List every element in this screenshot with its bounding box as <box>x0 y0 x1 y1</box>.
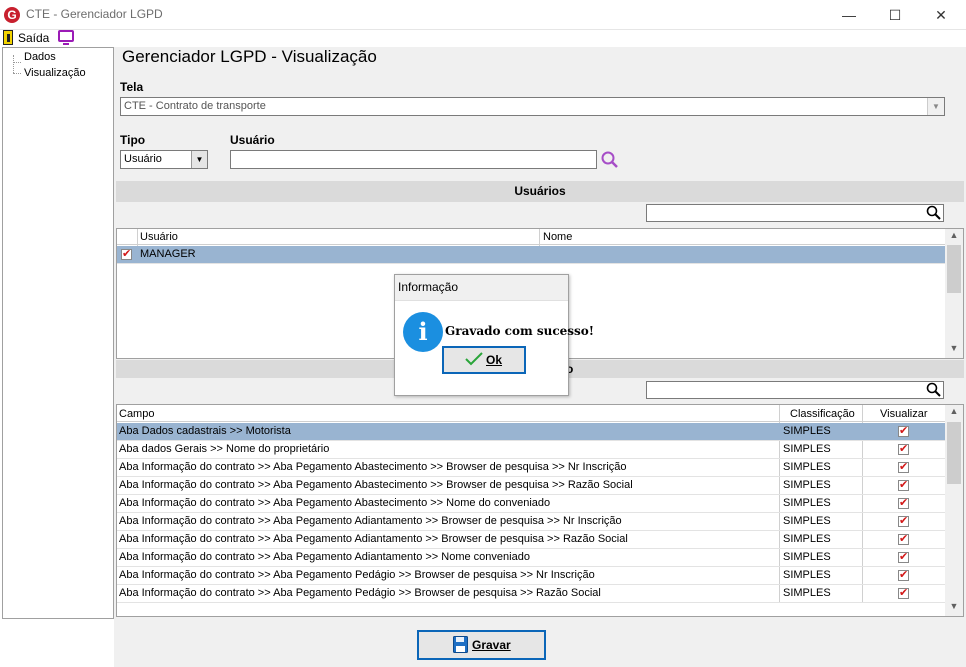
scroll-down-arrow-icon[interactable]: ▼ <box>945 601 963 615</box>
scroll-down-arrow-icon[interactable]: ▼ <box>945 343 963 357</box>
field-row-visualizar-checkbox[interactable] <box>898 478 909 491</box>
user-row-usuario: MANAGER <box>140 248 196 260</box>
minimize-button[interactable]: — <box>826 0 872 30</box>
toolbar <box>0 30 966 48</box>
ok-button-label[interactable]: Ok <box>486 353 502 367</box>
page-title: Gerenciador LGPD - Visualização <box>122 47 377 66</box>
floppy-disk-icon <box>453 636 468 653</box>
field-row-campo: Aba dados Gerais >> Nome do proprietário <box>119 443 330 455</box>
tree-connector <box>13 62 21 63</box>
tela-dropdown-arrow-icon[interactable]: ▼ <box>927 98 944 115</box>
scroll-up-arrow-icon[interactable]: ▲ <box>945 230 963 244</box>
field-row-classificacao: SIMPLES <box>783 425 831 437</box>
users-search-icon[interactable] <box>926 205 942 221</box>
window-title: CTE - Gerenciador LGPD <box>26 7 163 21</box>
info-icon: i <box>403 312 443 352</box>
user-row-checkbox[interactable] <box>121 247 132 260</box>
tree-connector <box>13 73 21 74</box>
exit-button[interactable]: Saída <box>18 31 49 45</box>
field-row-classificacao: SIMPLES <box>783 443 831 455</box>
field-row-classificacao: SIMPLES <box>783 515 831 527</box>
field-row-visualizar-checkbox[interactable] <box>898 460 909 473</box>
usuario-label: Usuário <box>230 133 275 147</box>
usuario-search-icon[interactable] <box>600 150 620 170</box>
close-button[interactable]: ✕ <box>918 0 964 30</box>
field-row-classificacao: SIMPLES <box>783 461 831 473</box>
tipo-label: Tipo <box>120 133 146 147</box>
tree-item-dados[interactable]: Dados <box>24 51 56 63</box>
field-row-visualizar-checkbox[interactable] <box>898 550 909 563</box>
tela-label: Tela <box>120 80 144 94</box>
users-search-input[interactable] <box>646 204 944 222</box>
navigation-tree <box>2 47 114 619</box>
field-row-visualizar-checkbox[interactable] <box>898 496 909 509</box>
fields-search-input[interactable] <box>646 381 944 399</box>
tree-item-visualizacao[interactable]: Visualização <box>24 67 86 79</box>
field-row-classificacao: SIMPLES <box>783 479 831 491</box>
tela-select[interactable]: CTE - Contrato de transporte <box>120 97 945 116</box>
users-table-row[interactable] <box>117 246 945 264</box>
users-scroll-thumb[interactable] <box>947 245 961 293</box>
app-logo-icon: G <box>4 7 20 23</box>
users-col-usuario[interactable]: Usuário <box>140 231 178 243</box>
fields-col-campo[interactable]: Campo <box>119 408 154 420</box>
fields-search-icon[interactable] <box>926 382 942 398</box>
checkmark-icon <box>465 352 483 366</box>
field-row-classificacao: SIMPLES <box>783 551 831 563</box>
maximize-button[interactable]: ☐ <box>872 0 918 30</box>
ok-button[interactable] <box>442 346 526 374</box>
tipo-dropdown-arrow-icon[interactable]: ▼ <box>191 151 207 168</box>
field-row-campo: Aba Informação do contrato >> Aba Pegame… <box>119 461 627 473</box>
users-grid-header <box>117 229 945 245</box>
field-row-campo: Aba Informação do contrato >> Aba Pegame… <box>119 479 633 491</box>
field-row-campo: Aba Informação do contrato >> Aba Pegame… <box>119 569 595 581</box>
tree-connector <box>13 55 14 73</box>
users-col-nome[interactable]: Nome <box>543 231 572 243</box>
field-row-campo: Aba Informação do contrato >> Aba Pegame… <box>119 587 601 599</box>
field-row-classificacao: SIMPLES <box>783 569 831 581</box>
field-row-visualizar-checkbox[interactable] <box>898 568 909 581</box>
field-row-visualizar-checkbox[interactable] <box>898 424 909 437</box>
fields-col-visualizar[interactable]: Visualizar <box>880 408 928 420</box>
scroll-up-arrow-icon[interactable]: ▲ <box>945 406 963 420</box>
fields-scroll-thumb[interactable] <box>947 422 961 484</box>
field-row-visualizar-checkbox[interactable] <box>898 442 909 455</box>
field-row-campo: Aba Dados cadastrais >> Motorista <box>119 425 291 437</box>
dialog-message: Gravado com sucesso! <box>445 324 595 338</box>
field-row-campo: Aba Informação do contrato >> Aba Pegame… <box>119 497 551 509</box>
save-button-label[interactable]: Gravar <box>472 638 511 652</box>
field-row-classificacao: SIMPLES <box>783 497 831 509</box>
usuario-input[interactable] <box>230 150 597 169</box>
users-section-header: Usuários <box>116 181 964 202</box>
field-row-campo: Aba Informação do contrato >> Aba Pegame… <box>119 551 530 563</box>
monitor-icon[interactable] <box>58 30 74 45</box>
dialog-title: Informação <box>398 280 459 294</box>
field-row-visualizar-checkbox[interactable] <box>898 532 909 545</box>
exit-door-icon[interactable] <box>3 30 13 45</box>
field-row-classificacao: SIMPLES <box>783 533 831 545</box>
field-row-campo: Aba Informação do contrato >> Aba Pegame… <box>119 515 622 527</box>
field-row-campo: Aba Informação do contrato >> Aba Pegame… <box>119 533 628 545</box>
field-row-visualizar-checkbox[interactable] <box>898 514 909 527</box>
field-row-classificacao: SIMPLES <box>783 587 831 599</box>
fields-col-classificacao[interactable]: Classificação <box>790 408 855 420</box>
field-row-visualizar-checkbox[interactable] <box>898 586 909 599</box>
